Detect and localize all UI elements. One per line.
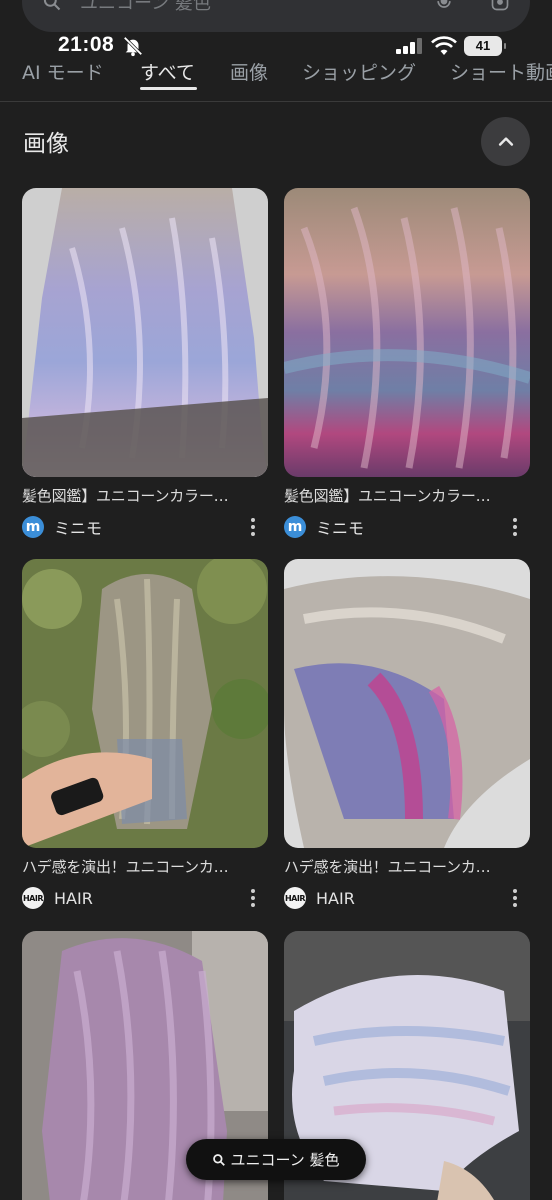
result-thumbnail[interactable] — [284, 188, 530, 477]
search-bar[interactable]: ユニコーン 髪色 — [22, 0, 530, 32]
tab-short-videos[interactable]: ショート動画 — [450, 58, 552, 85]
image-result[interactable]: ハデ感を演出！ユニコーンカ… HAIR HAIR — [284, 559, 530, 909]
tab-ai-mode[interactable]: AI モード — [22, 58, 104, 85]
mic-icon[interactable] — [434, 0, 454, 12]
result-thumbnail[interactable] — [22, 559, 268, 848]
result-caption[interactable]: 髪色図鑑】ユニコーンカラー… — [284, 485, 524, 506]
search-tabs: AI モード すべて 画像 ショッピング ショート動画 — [0, 52, 552, 102]
result-source[interactable]: HAIR HAIR — [284, 887, 530, 909]
result-source[interactable]: m ミニモ — [22, 516, 268, 538]
search-query[interactable]: ユニコーン 髪色 — [80, 0, 434, 15]
result-thumbnail[interactable] — [284, 559, 530, 848]
result-caption[interactable]: ハデ感を演出！ユニコーンカ… — [22, 856, 262, 877]
images-section-title: 画像 — [23, 131, 69, 157]
search-icon — [213, 1153, 226, 1166]
more-vert-icon[interactable] — [512, 889, 518, 907]
result-source[interactable]: HAIR HAIR — [22, 887, 268, 909]
result-caption[interactable]: ハデ感を演出！ユニコーンカ… — [284, 856, 524, 877]
source-name: ミニモ — [316, 519, 365, 538]
chevron-up-icon — [498, 136, 513, 146]
source-name: HAIR — [54, 888, 93, 908]
hair-logo: HAIR — [284, 887, 306, 909]
search-icon — [43, 0, 61, 11]
image-result[interactable]: 髪色図鑑】ユニコーンカラー… m ミニモ — [284, 188, 530, 538]
hair-logo: HAIR — [22, 887, 44, 909]
pill-label: ユニコーン 髪色 — [230, 1151, 340, 1169]
result-caption[interactable]: 髪色図鑑】ユニコーンカラー… — [22, 485, 262, 506]
source-name: HAIR — [316, 888, 355, 908]
lens-icon[interactable] — [490, 0, 510, 12]
active-tab-indicator — [140, 87, 197, 90]
more-vert-icon[interactable] — [250, 518, 256, 536]
tab-images[interactable]: 画像 — [230, 58, 268, 85]
minimo-logo: m — [284, 516, 306, 538]
more-vert-icon[interactable] — [250, 889, 256, 907]
floating-search-pill[interactable]: ユニコーン 髪色 — [186, 1139, 366, 1180]
image-result[interactable]: 髪色図鑑】ユニコーンカラー… m ミニモ — [22, 188, 268, 538]
more-vert-icon[interactable] — [512, 518, 518, 536]
result-thumbnail[interactable] — [22, 188, 268, 477]
source-name: ミニモ — [54, 519, 103, 538]
tab-shopping[interactable]: ショッピング — [302, 58, 416, 85]
result-source[interactable]: m ミニモ — [284, 516, 530, 538]
image-result[interactable]: ハデ感を演出！ユニコーンカ… HAIR HAIR — [22, 559, 268, 909]
collapse-button[interactable] — [481, 117, 530, 166]
minimo-logo: m — [22, 516, 44, 538]
tab-all[interactable]: すべて — [140, 58, 195, 85]
